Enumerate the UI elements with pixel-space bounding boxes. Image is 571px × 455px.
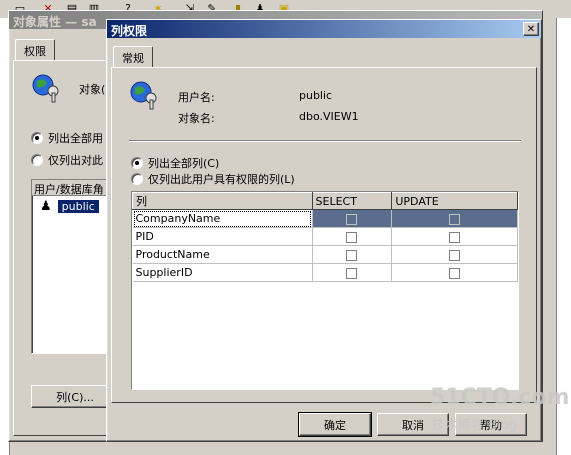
- update-checkbox[interactable]: [449, 249, 461, 261]
- radio-list-all-users[interactable]: 列出全部用: [31, 130, 103, 146]
- select-checkbox[interactable]: [346, 249, 358, 261]
- empty-row: [133, 300, 518, 318]
- empty-row: [133, 282, 518, 300]
- update-checkbox[interactable]: [449, 213, 461, 225]
- table-row[interactable]: ProductName: [132, 245, 518, 264]
- column-name-cell: PID: [132, 227, 313, 246]
- select-cell: [312, 263, 393, 282]
- close-icon[interactable]: ✕: [523, 22, 539, 36]
- radio-button[interactable]: [131, 157, 143, 169]
- object-label: 对象(: [79, 83, 106, 96]
- object-name-label: 对象名:: [178, 112, 215, 125]
- grid-header-row: 列 SELECT UPDATE: [132, 192, 518, 210]
- column-name-cell: ProductName: [132, 245, 313, 264]
- table-row[interactable]: CompanyName: [132, 209, 518, 228]
- table-row[interactable]: PID: [132, 227, 518, 246]
- grid-header-column[interactable]: 列: [132, 192, 313, 210]
- user-name-value: public: [299, 89, 333, 102]
- column-name-cell: SupplierID: [132, 263, 313, 282]
- watermark-subtitle: 技术博客 Blog: [432, 418, 517, 433]
- update-cell: [391, 227, 518, 246]
- tab-general[interactable]: 常规: [113, 46, 153, 68]
- empty-row: [133, 318, 518, 336]
- radio-list-all-columns[interactable]: 列出全部列(C): [131, 155, 219, 171]
- object-name-value: dbo.VIEW1: [299, 110, 359, 123]
- ok-button[interactable]: 确定: [298, 412, 372, 437]
- globe-key-icon: [130, 81, 157, 110]
- list-item-label: public: [57, 200, 99, 213]
- radio-list-only[interactable]: 仅列出对此: [31, 152, 103, 168]
- select-cell: [312, 227, 393, 246]
- grid-header-select[interactable]: SELECT: [311, 192, 393, 210]
- table-row[interactable]: SupplierID: [132, 263, 518, 282]
- dialog-title: 列权限 ✕: [107, 20, 541, 38]
- radio-button[interactable]: [131, 173, 143, 185]
- update-cell: [391, 263, 518, 282]
- radio-label: 仅列出对此: [48, 154, 103, 167]
- user-name-label: 用户名:: [178, 91, 215, 104]
- radio-label: 列出全部用: [48, 132, 103, 145]
- select-checkbox[interactable]: [346, 213, 358, 225]
- radio-label: 仅列出此用户具有权限的列(L): [148, 173, 295, 186]
- column-name-cell: CompanyName: [132, 209, 313, 228]
- grid-header-update[interactable]: UPDATE: [391, 192, 518, 210]
- select-cell: [312, 245, 393, 264]
- divider: [129, 140, 521, 142]
- tab-permissions[interactable]: 权限: [15, 39, 55, 61]
- select-checkbox[interactable]: [346, 231, 358, 243]
- radio-label: 列出全部列(C): [148, 157, 220, 170]
- update-checkbox[interactable]: [449, 231, 461, 243]
- select-cell: [312, 209, 393, 228]
- select-checkbox[interactable]: [346, 267, 358, 279]
- dialog-title-text: 列权限: [111, 24, 148, 38]
- update-checkbox[interactable]: [449, 267, 461, 279]
- column-permissions-grid[interactable]: 列 SELECT UPDATE CompanyName PID ProductNam…: [131, 191, 519, 390]
- users-icon: ♟: [40, 199, 52, 214]
- update-cell: [391, 245, 518, 264]
- radio-list-permitted-columns[interactable]: 仅列出此用户具有权限的列(L): [131, 171, 295, 187]
- radio-button[interactable]: [31, 132, 43, 144]
- watermark-logo: 51CTO.com: [430, 385, 570, 410]
- update-cell: [391, 209, 518, 228]
- empty-row: [133, 354, 518, 372]
- empty-row: [133, 336, 518, 354]
- radio-button[interactable]: [31, 154, 43, 166]
- globe-key-icon: [32, 74, 59, 103]
